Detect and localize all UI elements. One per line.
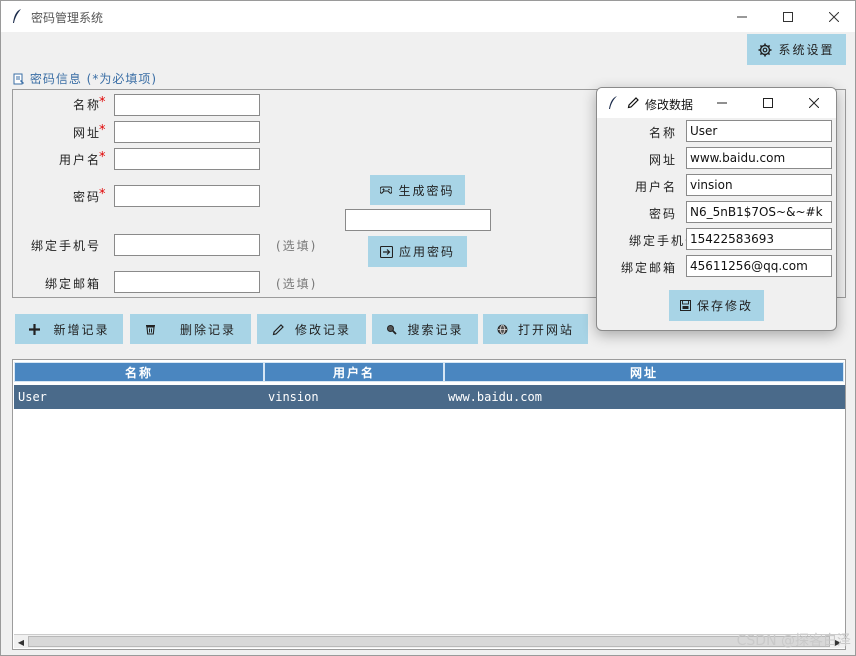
save-icon <box>679 300 691 311</box>
window-title: 密码管理系统 <box>31 11 104 25</box>
phone-input[interactable] <box>114 234 260 256</box>
apply-icon <box>379 245 393 258</box>
edit-record-button[interactable]: 修改记录 <box>257 314 366 344</box>
maximize-button[interactable] <box>765 1 811 32</box>
phone-optional-hint: (选填) <box>276 239 318 253</box>
pencil-icon <box>272 323 284 335</box>
username-required-mark: * <box>99 150 106 165</box>
maximize-icon <box>783 11 793 22</box>
globe-icon <box>497 324 508 334</box>
watermark: CSDN @探客白泽 <box>736 633 851 649</box>
search-record-button[interactable]: 搜索记录 <box>372 314 478 344</box>
settings-button-label: 系统设置 <box>778 43 835 57</box>
dialog-name-label: 名称 <box>648 126 677 140</box>
dialog-close-button[interactable] <box>791 88 836 118</box>
plus-icon <box>29 323 41 335</box>
email-optional-hint: (选填) <box>276 277 318 291</box>
scrollbar-thumb[interactable] <box>28 636 830 647</box>
edit-record-label: 修改记录 <box>294 322 351 337</box>
section-title: 密码信息 (*为必填项) <box>13 70 157 87</box>
dialog-phone-input[interactable] <box>686 228 832 250</box>
phone-label: 绑定手机号 <box>30 239 101 253</box>
feather-icon <box>13 9 21 23</box>
column-header-username[interactable]: 用户名 <box>264 362 444 382</box>
maximize-icon <box>763 98 773 108</box>
url-input[interactable] <box>114 121 260 143</box>
table-cell-url: www.baidu.com <box>448 390 542 404</box>
title-bar: 密码管理系统 <box>1 1 855 32</box>
email-input[interactable] <box>114 271 260 293</box>
dialog-name-input[interactable] <box>686 120 832 142</box>
column-header-url[interactable]: 网址 <box>444 362 844 382</box>
search-icon <box>387 324 398 335</box>
gear-icon <box>758 43 772 56</box>
section-title-text: 密码信息 (*为必填项) <box>29 72 158 86</box>
generate-password-button[interactable]: 生成密码 <box>370 175 465 205</box>
add-record-button[interactable]: 新增记录 <box>15 314 123 344</box>
open-website-button[interactable]: 打开网站 <box>483 314 588 344</box>
delete-record-button[interactable]: 删除记录 <box>130 314 251 344</box>
minimize-icon <box>717 102 727 104</box>
add-record-label: 新增记录 <box>53 322 110 337</box>
horizontal-scrollbar[interactable]: ◀ ▶ <box>14 634 845 648</box>
gamepad-icon <box>380 186 393 194</box>
dialog-maximize-button[interactable] <box>745 88 791 118</box>
url-required-mark: * <box>99 123 106 138</box>
email-label: 绑定邮箱 <box>44 277 101 291</box>
dialog-password-input[interactable] <box>686 201 832 223</box>
minimize-icon <box>737 16 747 17</box>
feather-icon <box>609 96 617 109</box>
records-table: 名称 用户名 网址 User vinsion www.baidu.com ◀ ▶ <box>12 359 846 650</box>
document-icon <box>13 73 24 85</box>
close-button[interactable] <box>811 1 856 32</box>
dialog-title: 修改数据 <box>645 98 694 112</box>
name-required-mark: * <box>99 95 106 110</box>
name-input[interactable] <box>114 94 260 116</box>
url-label: 网址 <box>72 126 101 140</box>
table-header: 名称 用户名 网址 <box>14 362 844 382</box>
generate-password-label: 生成密码 <box>398 183 455 198</box>
dialog-title-bar: 修改数据 <box>597 88 836 118</box>
table-row[interactable]: User vinsion www.baidu.com <box>14 385 845 409</box>
dialog-url-input[interactable] <box>686 147 832 169</box>
column-header-name[interactable]: 名称 <box>14 362 264 382</box>
name-label: 名称 <box>72 98 101 112</box>
dialog-url-label: 网址 <box>648 153 677 167</box>
close-icon <box>829 11 839 22</box>
apply-password-label: 应用密码 <box>398 245 455 259</box>
save-changes-button[interactable]: 保存修改 <box>669 290 764 321</box>
pencil-icon <box>627 97 639 109</box>
settings-button[interactable]: 系统设置 <box>747 34 846 65</box>
table-cell-username: vinsion <box>268 390 319 404</box>
generated-password-field[interactable] <box>345 209 491 231</box>
open-website-label: 打开网站 <box>517 322 574 337</box>
trash-icon <box>145 325 155 335</box>
dialog-phone-label: 绑定手机号 <box>628 234 699 248</box>
close-icon <box>809 98 819 108</box>
dialog-username-label: 用户名 <box>634 180 677 194</box>
save-changes-label: 保存修改 <box>696 299 753 313</box>
password-label: 密码 <box>72 190 101 204</box>
dialog-email-input[interactable] <box>686 255 832 277</box>
dialog-username-input[interactable] <box>686 174 832 196</box>
password-required-mark: * <box>99 187 106 202</box>
dialog-email-label: 绑定邮箱 <box>620 261 677 275</box>
scroll-left-arrow-icon[interactable]: ◀ <box>15 636 27 648</box>
username-input[interactable] <box>114 148 260 170</box>
dialog-minimize-button[interactable] <box>699 88 745 118</box>
password-input[interactable] <box>114 185 260 207</box>
delete-record-label: 删除记录 <box>179 322 236 337</box>
minimize-button[interactable] <box>719 1 765 32</box>
edit-data-dialog: 修改数据 名称 网址 用户名 密码 绑定手机号 绑定邮箱 保存修改 <box>596 87 837 331</box>
search-record-label: 搜索记录 <box>407 322 464 337</box>
username-label: 用户名 <box>58 153 101 167</box>
apply-password-button[interactable]: 应用密码 <box>368 236 467 267</box>
dialog-password-label: 密码 <box>648 207 677 221</box>
table-cell-name: User <box>18 390 47 404</box>
